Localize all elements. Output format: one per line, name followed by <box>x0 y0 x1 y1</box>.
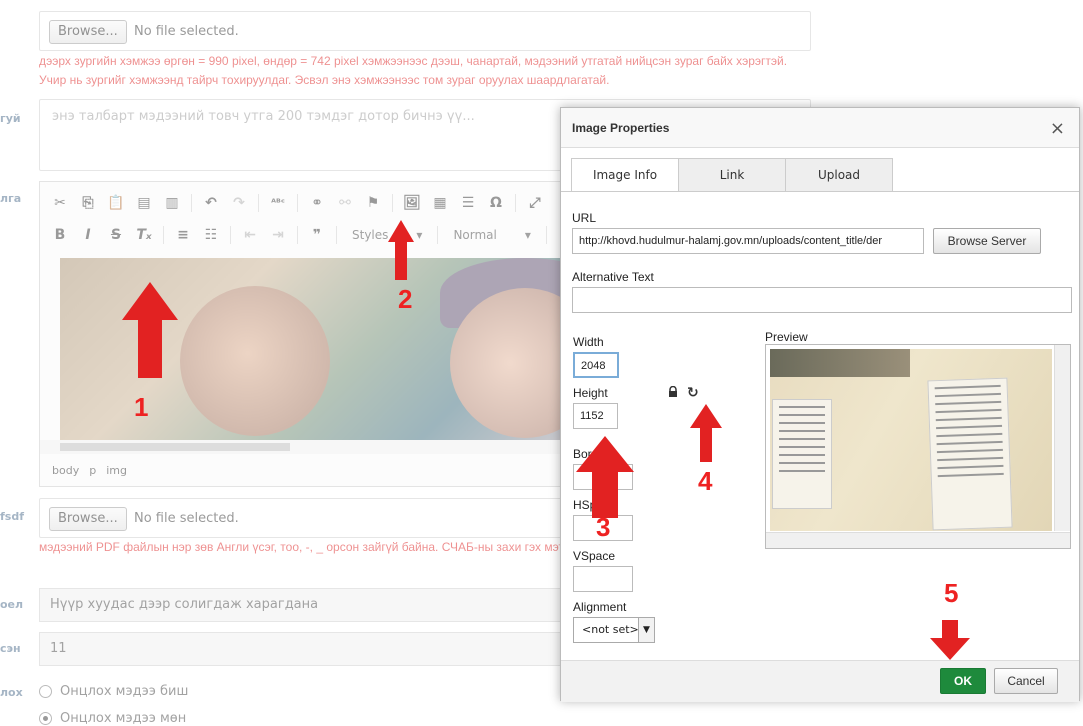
alt-text-input[interactable] <box>572 287 1072 313</box>
annotation-arrow-down-icon <box>930 620 970 660</box>
annotation-number-3: 3 <box>596 512 611 542</box>
annotation-arrow-up-icon <box>690 404 722 462</box>
cancel-button[interactable]: Cancel <box>994 668 1058 694</box>
browse-server-button[interactable]: Browse Server <box>933 228 1041 254</box>
tab-link[interactable]: Link <box>678 158 786 191</box>
dialog-titlebar[interactable]: Image Properties × <box>561 108 1079 148</box>
vspace-input[interactable] <box>573 566 633 592</box>
chevron-down-icon: ▼ <box>638 618 654 642</box>
annotation-arrow-up-icon <box>122 282 178 378</box>
annotation-number-2: 2 <box>398 284 413 314</box>
annotation-arrow-up-icon <box>576 436 634 518</box>
height-label: Height <box>573 386 608 400</box>
annotation-number-4: 4 <box>698 466 713 496</box>
reset-size-icon[interactable]: ↻ <box>687 385 699 401</box>
alignment-label: Alignment <box>573 600 627 614</box>
image-properties-dialog: Image Properties × Image Info Link Uploa… <box>560 107 1080 702</box>
preview-vertical-scrollbar[interactable] <box>1054 345 1070 531</box>
url-input[interactable]: http://khovd.hudulmur-halamj.gov.mn/uplo… <box>572 228 924 254</box>
image-preview <box>765 344 1071 549</box>
dialog-footer: OK Cancel <box>561 660 1079 702</box>
dialog-title: Image Properties <box>572 121 670 135</box>
preview-image <box>770 349 1052 531</box>
dialog-tabs: Image Info Link Upload <box>571 158 893 192</box>
tab-image-info[interactable]: Image Info <box>571 158 679 192</box>
width-input[interactable]: 2048 <box>573 352 619 378</box>
alt-text-label: Alternative Text <box>572 270 654 284</box>
preview-horizontal-scrollbar[interactable] <box>766 532 1070 548</box>
tab-upload[interactable]: Upload <box>785 158 893 191</box>
height-input[interactable]: 1152 <box>573 403 618 429</box>
width-label: Width <box>573 335 604 349</box>
preview-label: Preview <box>765 330 808 344</box>
lock-ratio-icon[interactable] <box>667 386 679 398</box>
url-label: URL <box>572 211 597 225</box>
annotation-arrow-up-icon <box>388 220 414 280</box>
alignment-select[interactable]: <not set> ▼ <box>573 617 655 643</box>
close-icon[interactable]: × <box>1050 118 1065 139</box>
annotation-number-5: 5 <box>944 578 959 608</box>
vspace-label: VSpace <box>573 549 616 563</box>
ok-button[interactable]: OK <box>940 668 986 694</box>
annotation-number-1: 1 <box>134 392 149 422</box>
